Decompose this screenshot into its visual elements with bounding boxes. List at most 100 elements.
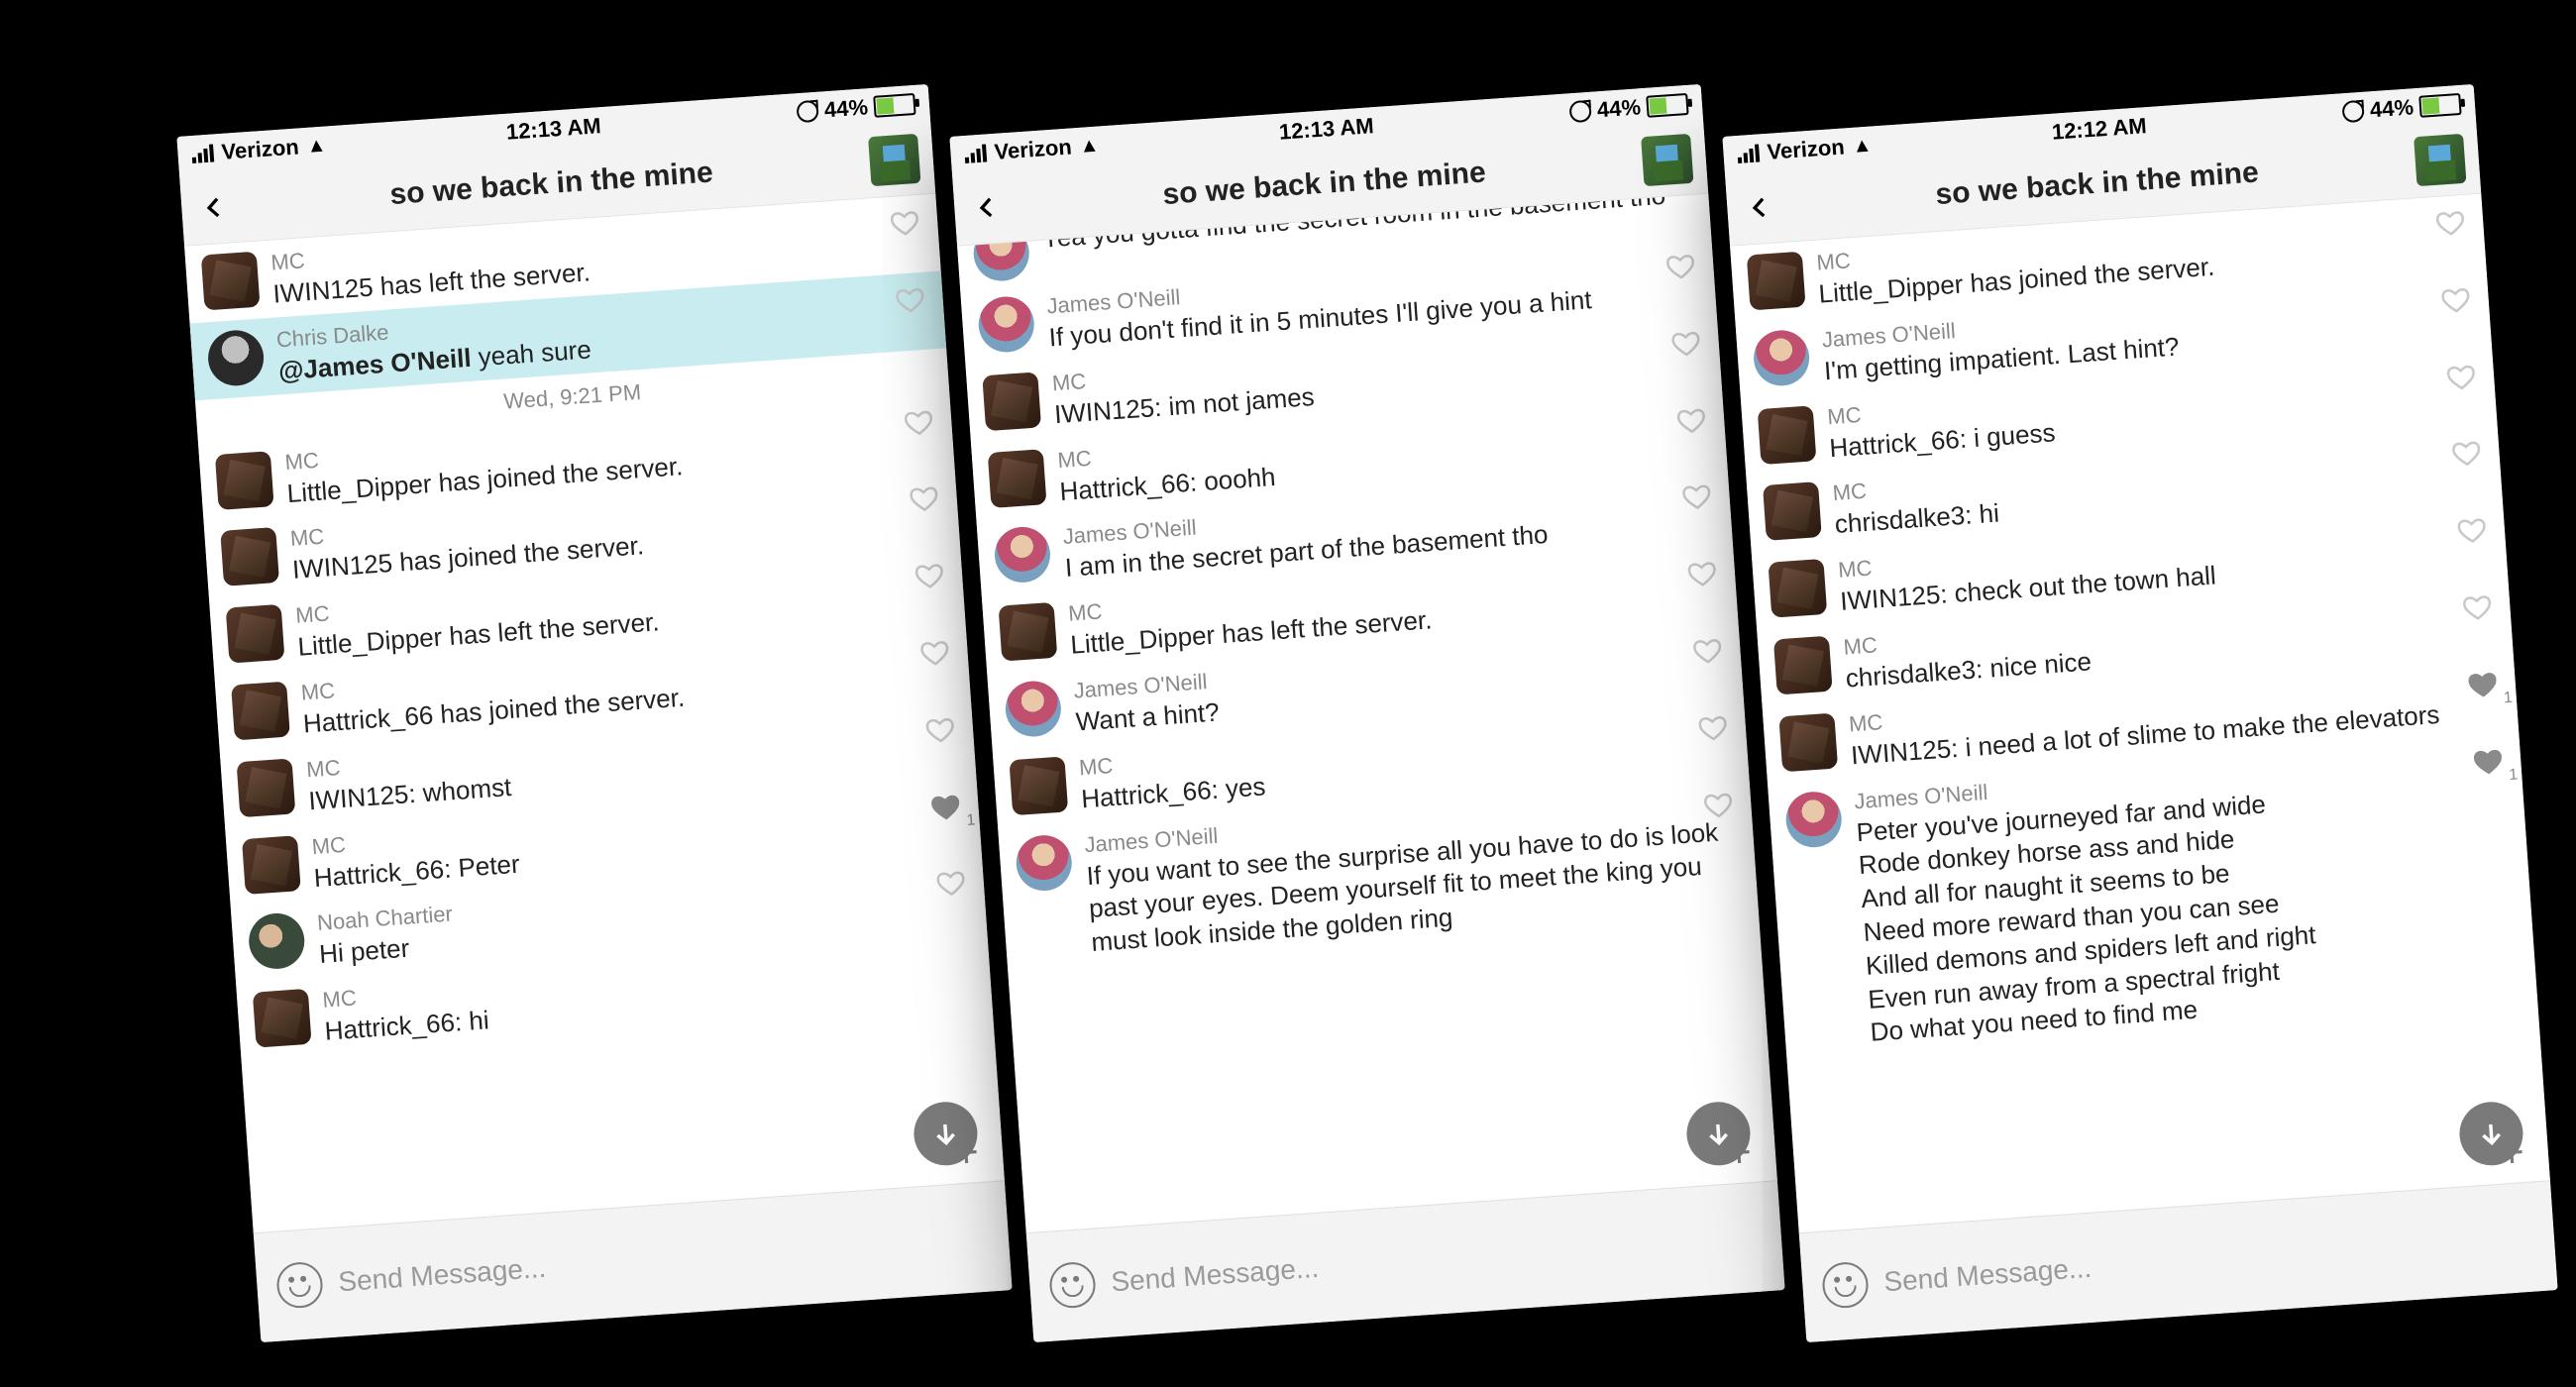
avatar[interactable] <box>999 602 1058 662</box>
like-count: 1 <box>2509 766 2519 785</box>
avatar[interactable] <box>1004 680 1063 739</box>
message-list[interactable]: MCIWIN125 has left the server.Chris Dalk… <box>184 194 1005 1235</box>
message-body: James O'NeillPeter you've journeyed far … <box>1854 743 2522 1050</box>
like-button[interactable] <box>889 207 920 239</box>
profile-picture[interactable] <box>2414 134 2466 186</box>
avatar[interactable] <box>1009 756 1068 815</box>
like-button[interactable] <box>935 868 967 900</box>
back-button[interactable] <box>1740 187 1780 228</box>
like-button[interactable] <box>1686 558 1718 589</box>
like-button[interactable] <box>2451 438 2483 470</box>
emoji-button[interactable] <box>1048 1261 1097 1310</box>
phone-screenshot-1: Verizon▲12:13 AM44%so we back in the min… <box>176 84 1012 1342</box>
carrier-label: Verizon <box>221 134 300 164</box>
like-button[interactable] <box>2472 745 2504 777</box>
like-button[interactable] <box>2440 284 2472 316</box>
like-button[interactable] <box>1702 789 1734 820</box>
like-button[interactable] <box>903 406 934 438</box>
like-button[interactable] <box>1675 404 1707 436</box>
status-right: 44% <box>796 91 916 125</box>
add-button[interactable]: + <box>951 1127 980 1179</box>
signal-bars-icon <box>191 144 214 162</box>
wifi-icon: ▲ <box>1079 134 1100 158</box>
message-list[interactable]: Yea you gotta find the secret room in th… <box>957 194 1777 1235</box>
message-text: Peter you've journeyed far and wide Rode… <box>1856 771 2522 1050</box>
avatar[interactable] <box>1763 481 1822 541</box>
avatar[interactable] <box>206 328 266 387</box>
signal-bars-icon <box>964 144 987 162</box>
message-input[interactable]: Send Message... <box>1882 1222 2535 1299</box>
battery-pct: 44% <box>2369 94 2415 123</box>
emoji-button[interactable] <box>275 1261 324 1310</box>
avatar[interactable] <box>988 449 1047 508</box>
message-text-after: yeah sure <box>470 334 591 372</box>
avatar[interactable] <box>1773 636 1833 695</box>
like-button[interactable] <box>2461 591 2493 623</box>
like-button[interactable] <box>1670 327 1702 359</box>
like-count: 1 <box>966 811 976 830</box>
like-button[interactable] <box>1664 251 1696 282</box>
profile-picture[interactable] <box>1641 134 1693 186</box>
avatar[interactable] <box>977 295 1036 355</box>
battery-pct: 44% <box>1596 94 1642 123</box>
back-button[interactable] <box>194 187 235 228</box>
message-input[interactable]: Send Message... <box>1110 1222 1763 1299</box>
avatar[interactable] <box>1758 405 1817 465</box>
avatar[interactable] <box>220 527 279 587</box>
avatar[interactable] <box>982 372 1041 431</box>
add-button[interactable]: + <box>2497 1127 2525 1179</box>
like-button[interactable] <box>2467 669 2499 700</box>
rotation-lock-icon <box>1568 100 1591 123</box>
rotation-lock-icon <box>2341 100 2364 123</box>
battery-pct: 44% <box>823 94 869 123</box>
avatar[interactable] <box>1768 559 1827 618</box>
avatar[interactable] <box>1752 328 1811 387</box>
rotation-lock-icon <box>796 100 818 123</box>
like-button[interactable] <box>2445 361 2477 392</box>
wifi-icon: ▲ <box>306 134 327 158</box>
avatar[interactable] <box>226 604 285 664</box>
status-right: 44% <box>1568 91 1689 125</box>
like-button[interactable] <box>929 791 961 822</box>
status-right: 44% <box>2341 91 2462 125</box>
avatar[interactable] <box>253 989 312 1048</box>
carrier-label: Verizon <box>1767 134 1846 164</box>
like-button[interactable] <box>2456 514 2488 546</box>
avatar[interactable] <box>201 252 261 311</box>
carrier-label: Verizon <box>994 134 1073 164</box>
message-list[interactable]: MCLittle_Dipper has joined the server.Ja… <box>1730 194 2550 1235</box>
like-button[interactable] <box>913 560 945 591</box>
like-button[interactable] <box>1691 635 1723 667</box>
phone-screenshot-3: Verizon▲12:12 AM44%so we back in the min… <box>1722 84 2557 1342</box>
status-left: Verizon▲ <box>191 133 328 167</box>
avatar[interactable] <box>247 911 306 971</box>
like-button[interactable] <box>909 483 940 515</box>
avatar[interactable] <box>1778 712 1838 772</box>
avatar[interactable] <box>215 451 274 510</box>
avatar[interactable] <box>231 682 290 741</box>
avatar[interactable] <box>1015 833 1074 893</box>
emoji-button[interactable] <box>1821 1261 1870 1310</box>
like-button[interactable] <box>1697 711 1729 743</box>
status-left: Verizon▲ <box>1737 133 1874 167</box>
like-button[interactable] <box>1681 481 1713 513</box>
status-left: Verizon▲ <box>964 133 1101 167</box>
back-button[interactable] <box>967 187 1008 228</box>
profile-picture[interactable] <box>868 134 920 186</box>
avatar[interactable] <box>1784 790 1844 849</box>
phone-screenshot-2: Verizon▲12:13 AM44%so we back in the min… <box>949 84 1784 1342</box>
message-row[interactable]: James O'NeillPeter you've journeyed far … <box>1768 732 2538 1062</box>
like-button[interactable] <box>895 284 926 316</box>
like-button[interactable] <box>924 713 956 745</box>
avatar[interactable] <box>993 525 1052 585</box>
avatar[interactable] <box>237 758 296 817</box>
wifi-icon: ▲ <box>1852 134 1873 158</box>
message-input[interactable]: Send Message... <box>337 1222 990 1299</box>
like-button[interactable] <box>919 637 951 669</box>
battery-icon <box>1646 93 1688 118</box>
battery-icon <box>2418 93 2461 118</box>
avatar[interactable] <box>1747 252 1806 311</box>
like-button[interactable] <box>2434 207 2466 239</box>
avatar[interactable] <box>242 835 301 895</box>
add-button[interactable]: + <box>1724 1127 1753 1179</box>
